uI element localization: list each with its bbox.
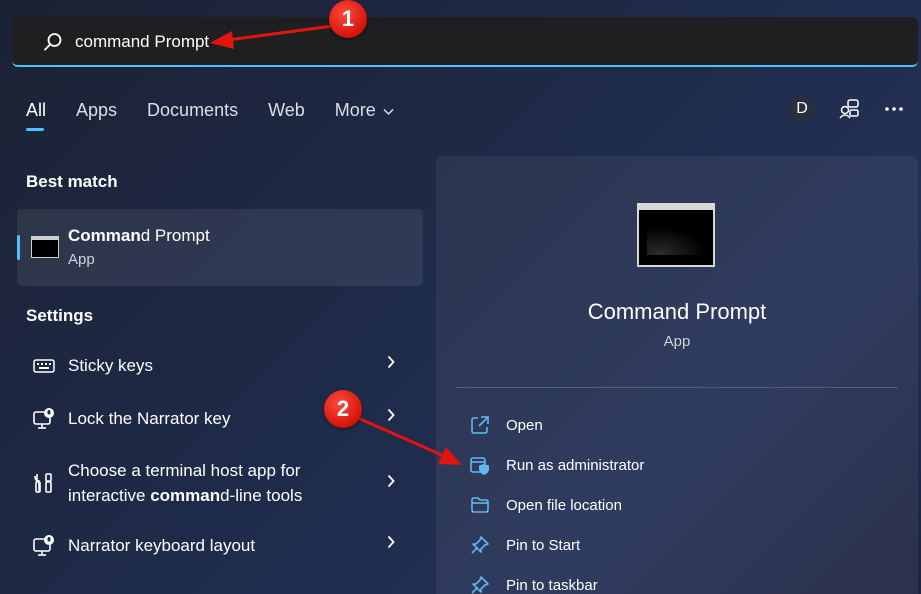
- setting-label-terminal-host: Choose a terminal host app for interacti…: [68, 458, 302, 508]
- action-pin-start-label: Pin to Start: [506, 536, 581, 554]
- setting-label-narrator-layout: Narrator keyboard layout: [68, 536, 256, 555]
- setting-label-lock-narrator: Lock the Narrator key: [68, 409, 231, 428]
- tab-documents-label: Documents: [147, 100, 239, 120]
- callout-badge-1: 1: [329, 0, 367, 38]
- settings-heading: Settings: [26, 306, 94, 325]
- action-pin-taskbar-label: Pin to taskbar: [506, 576, 598, 594]
- top-right-controls: D: [789, 96, 907, 122]
- best-match-heading: Best match: [26, 172, 118, 191]
- narrator-icon: [33, 408, 54, 429]
- setting-item-narrator-keyboard-layout[interactable]: Narrator keyboard layout: [17, 533, 423, 559]
- setting-label-line2-bold: comman: [150, 486, 221, 505]
- setting-item-terminal-host-app[interactable]: Choose a terminal host app for interacti…: [17, 458, 423, 510]
- command-prompt-icon: [31, 236, 59, 258]
- tab-web-label: Web: [268, 100, 305, 120]
- tab-documents[interactable]: Documents: [147, 100, 238, 121]
- setting-label-sticky-keys: Sticky keys: [68, 356, 154, 375]
- detail-title: Command Prompt: [587, 299, 767, 324]
- callout-badge-2: 2: [324, 390, 362, 428]
- action-open[interactable]: Open: [470, 415, 543, 435]
- chevron-right-icon: [387, 474, 395, 493]
- chevron-down-icon: [380, 105, 394, 119]
- action-open-label: Open: [506, 416, 543, 434]
- narrator-icon: [33, 535, 54, 556]
- tab-apps-label: Apps: [76, 100, 118, 120]
- best-match-result[interactable]: Command Prompt App: [17, 209, 423, 286]
- tab-apps[interactable]: Apps: [76, 100, 117, 121]
- search-input[interactable]: command Prompt: [75, 32, 209, 52]
- action-pin-to-start[interactable]: Pin to Start: [470, 535, 580, 555]
- tab-more-label: More: [334, 100, 376, 120]
- folder-icon: [471, 497, 489, 513]
- search-typed-text: command: [75, 32, 150, 51]
- action-run-admin-label: Run as administrator: [506, 456, 645, 474]
- best-match-title-rest: d Prompt: [140, 226, 210, 245]
- pin-icon: [471, 576, 489, 594]
- divider: [456, 387, 898, 388]
- tab-all[interactable]: All: [26, 100, 47, 131]
- detail-panel: Command Prompt App Open Run as administr…: [436, 156, 918, 594]
- setting-label-line1: Choose a terminal host app for: [68, 461, 301, 480]
- setting-label-line2-pre: interactive: [68, 486, 151, 505]
- selection-indicator: [17, 235, 20, 260]
- search-icon: [44, 33, 62, 51]
- network-feedback-icon[interactable]: [837, 96, 863, 122]
- action-open-file-location[interactable]: Open file location: [470, 495, 622, 515]
- pin-icon: [471, 536, 489, 554]
- best-match-subtitle: App: [68, 251, 95, 268]
- best-match-title: Command Prompt: [68, 226, 210, 246]
- tab-all-label: All: [26, 100, 47, 120]
- more-options-icon[interactable]: [881, 96, 907, 122]
- chevron-right-icon: [387, 355, 395, 374]
- shield-admin-icon: [470, 457, 489, 475]
- avatar[interactable]: D: [789, 96, 815, 122]
- tab-more[interactable]: More: [335, 100, 394, 121]
- open-external-icon: [471, 416, 489, 434]
- keyboard-icon: [33, 359, 55, 373]
- detail-subtitle: App: [663, 333, 691, 350]
- command-prompt-icon: [637, 203, 715, 267]
- action-open-location-label: Open file location: [506, 496, 622, 514]
- action-run-as-administrator[interactable]: Run as administrator: [470, 455, 644, 475]
- search-bar[interactable]: command Prompt: [12, 17, 918, 67]
- action-pin-to-taskbar[interactable]: Pin to taskbar: [470, 575, 598, 594]
- setting-item-sticky-keys[interactable]: Sticky keys: [17, 353, 423, 379]
- chevron-right-icon: [387, 408, 395, 427]
- developer-tools-icon: [34, 473, 52, 493]
- setting-item-lock-narrator-key[interactable]: Lock the Narrator key: [17, 406, 423, 432]
- filter-tabs: All Apps Documents Web More: [26, 100, 424, 131]
- search-completion-text: Prompt: [149, 32, 210, 51]
- best-match-title-bold: Comman: [68, 226, 141, 245]
- chevron-right-icon: [387, 535, 395, 554]
- tab-web[interactable]: Web: [268, 100, 305, 121]
- setting-label-line2-post: d-line tools: [220, 486, 303, 505]
